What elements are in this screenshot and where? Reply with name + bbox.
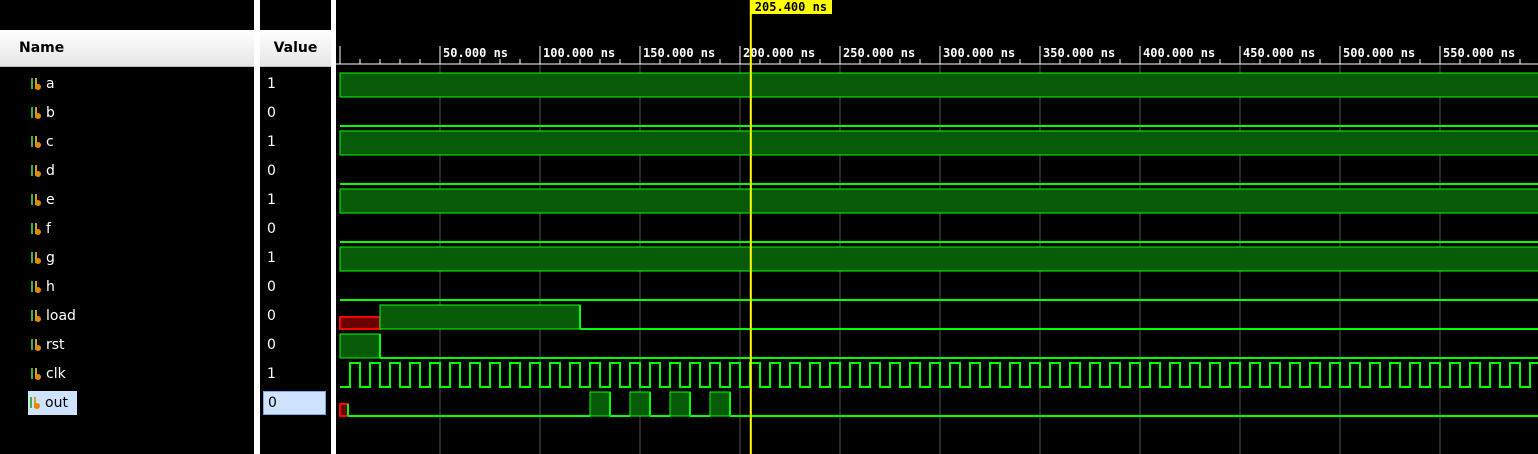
- signal-name: out: [45, 395, 68, 411]
- waveform-panel[interactable]: 50.000 ns 100.000 ns 150.000 ns 200.000 ns 2…: [336, 0, 1538, 454]
- signal-name: rst: [46, 337, 65, 353]
- signal-value-c: 1: [267, 134, 276, 150]
- waveform-load-high: [379, 304, 581, 330]
- value-column-header[interactable]: Value: [260, 30, 331, 67]
- signal-value-clk: 1: [267, 366, 276, 382]
- signal-name: e: [46, 192, 55, 208]
- waveform-out-high: [709, 391, 731, 417]
- tick-label: 550.000 ns: [1443, 46, 1515, 60]
- bit-signal-icon: [31, 78, 41, 90]
- signal-value-load: 0: [267, 308, 276, 324]
- signal-name: d: [46, 163, 55, 179]
- signal-row-rst[interactable]: rst: [29, 333, 65, 357]
- tick-label: 400.000 ns: [1143, 46, 1215, 60]
- bit-signal-icon: [31, 136, 41, 148]
- signal-row-a[interactable]: a: [29, 72, 55, 96]
- signal-row-f[interactable]: f: [29, 217, 51, 241]
- bit-signal-icon: [31, 339, 41, 351]
- signal-row-out[interactable]: out: [28, 391, 77, 415]
- signal-name-panel: Name a b c d e f g h load rst clk out: [0, 0, 254, 454]
- signal-value-out: 0: [263, 391, 326, 415]
- signal-name: g: [46, 250, 55, 266]
- signal-name: load: [46, 308, 76, 324]
- signal-value-panel: Value 1 0 1 0 1 0 1 0 0 0 1 0: [260, 0, 331, 454]
- signal-value-rst: 0: [267, 337, 276, 353]
- signal-row-b[interactable]: b: [29, 101, 55, 125]
- waveform-clk: [340, 362, 1538, 388]
- signal-row-e[interactable]: e: [29, 188, 55, 212]
- waveform-out-unknown: [339, 403, 349, 417]
- waveform-a-high: [339, 72, 1538, 98]
- signal-value-f: 0: [267, 221, 276, 237]
- tick-label: 350.000 ns: [1043, 46, 1115, 60]
- name-column-header[interactable]: Name: [0, 30, 254, 67]
- signal-value-b: 0: [267, 105, 276, 121]
- tick-label: 500.000 ns: [1343, 46, 1415, 60]
- cursor-time-label: 205.400 ns: [749, 0, 833, 14]
- signal-value-h: 0: [267, 279, 276, 295]
- signal-row-c[interactable]: c: [29, 130, 54, 154]
- bit-signal-icon: [31, 368, 41, 380]
- waveform-out-high: [669, 391, 691, 417]
- bit-signal-icon: [31, 281, 41, 293]
- signal-row-load[interactable]: load: [29, 304, 76, 328]
- bit-signal-icon: [31, 223, 41, 235]
- bit-signal-icon: [30, 397, 40, 409]
- signal-value-a: 1: [267, 76, 276, 92]
- tick-label: 50.000 ns: [443, 46, 508, 60]
- waveform-g-high: [339, 246, 1538, 272]
- tick-label: 300.000 ns: [943, 46, 1015, 60]
- waveform-c-high: [339, 130, 1538, 156]
- tick-label: 200.000 ns: [743, 46, 815, 60]
- signal-row-clk[interactable]: clk: [29, 362, 66, 386]
- signal-value-g: 1: [267, 250, 276, 266]
- bit-signal-icon: [31, 194, 41, 206]
- waveform-out-high: [629, 391, 651, 417]
- bit-signal-icon: [31, 107, 41, 119]
- waveform-e-high: [339, 188, 1538, 214]
- signal-row-d[interactable]: d: [29, 159, 55, 183]
- signal-value-d: 0: [267, 163, 276, 179]
- signal-name: c: [46, 134, 54, 150]
- signal-name: a: [46, 76, 55, 92]
- signal-name: b: [46, 105, 55, 121]
- signal-name: f: [46, 221, 51, 237]
- waveform-out-high: [589, 391, 611, 417]
- tick-label: 150.000 ns: [643, 46, 715, 60]
- waveform-canvas[interactable]: 50.000 ns 100.000 ns 150.000 ns 200.000 ns 2…: [336, 0, 1538, 454]
- waveform-load-unknown: [339, 316, 381, 330]
- tick-label: 100.000 ns: [543, 46, 615, 60]
- signal-value-e: 1: [267, 192, 276, 208]
- signal-row-g[interactable]: g: [29, 246, 55, 270]
- bit-signal-icon: [31, 165, 41, 177]
- bit-signal-icon: [31, 252, 41, 264]
- waveform-rst-high: [339, 333, 381, 359]
- signal-name: clk: [46, 366, 66, 382]
- tick-label: 450.000 ns: [1243, 46, 1315, 60]
- tick-label: 250.000 ns: [843, 46, 915, 60]
- signal-name: h: [46, 279, 55, 295]
- signal-row-h[interactable]: h: [29, 275, 55, 299]
- bit-signal-icon: [31, 310, 41, 322]
